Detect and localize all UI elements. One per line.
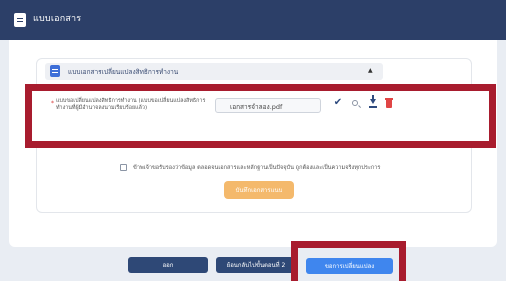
document-icon — [14, 13, 26, 27]
save-attachment-button[interactable]: บันทึกเอกสารแนบ — [224, 181, 294, 199]
section-title: แบบเอกสารเปลี่ยนแปลงสิทธิการทำงาน — [68, 68, 179, 76]
section-accordion-header[interactable]: แบบเอกสารเปลี่ยนแปลงสิทธิการทำงาน ▲ — [45, 63, 383, 80]
trash-icon[interactable] — [382, 97, 396, 111]
highlight-frame-upload — [25, 84, 496, 148]
consent-text: ข้าพเจ้าขอรับรองว่าข้อมูล ตลอดจนเอกสารแล… — [133, 165, 381, 171]
submit-change-button[interactable]: ขอการเปลี่ยนแปลง — [306, 258, 393, 274]
page-header: แบบเอกสาร — [0, 0, 506, 40]
file-field[interactable]: เอกสารจำลอง.pdf — [215, 98, 321, 113]
back-button[interactable]: ย้อนกลับไปขั้นตอนที่ 2 — [216, 257, 296, 273]
consent-checkbox[interactable] — [120, 164, 127, 171]
document-icon — [50, 65, 60, 77]
page-title: แบบเอกสาร — [33, 14, 82, 24]
check-icon[interactable]: ✔ — [331, 97, 345, 111]
upload-label: แบบขอเปลี่ยนแปลงสิทธิการทำงาน (แบบขอเปลี… — [56, 98, 206, 112]
required-mark: * — [51, 100, 54, 107]
download-icon[interactable] — [366, 95, 380, 111]
caret-up-icon[interactable]: ▲ — [368, 67, 373, 74]
file-name: เอกสารจำลอง.pdf — [230, 103, 283, 111]
zoom-icon[interactable] — [349, 97, 363, 111]
exit-button[interactable]: ออก — [128, 257, 208, 273]
